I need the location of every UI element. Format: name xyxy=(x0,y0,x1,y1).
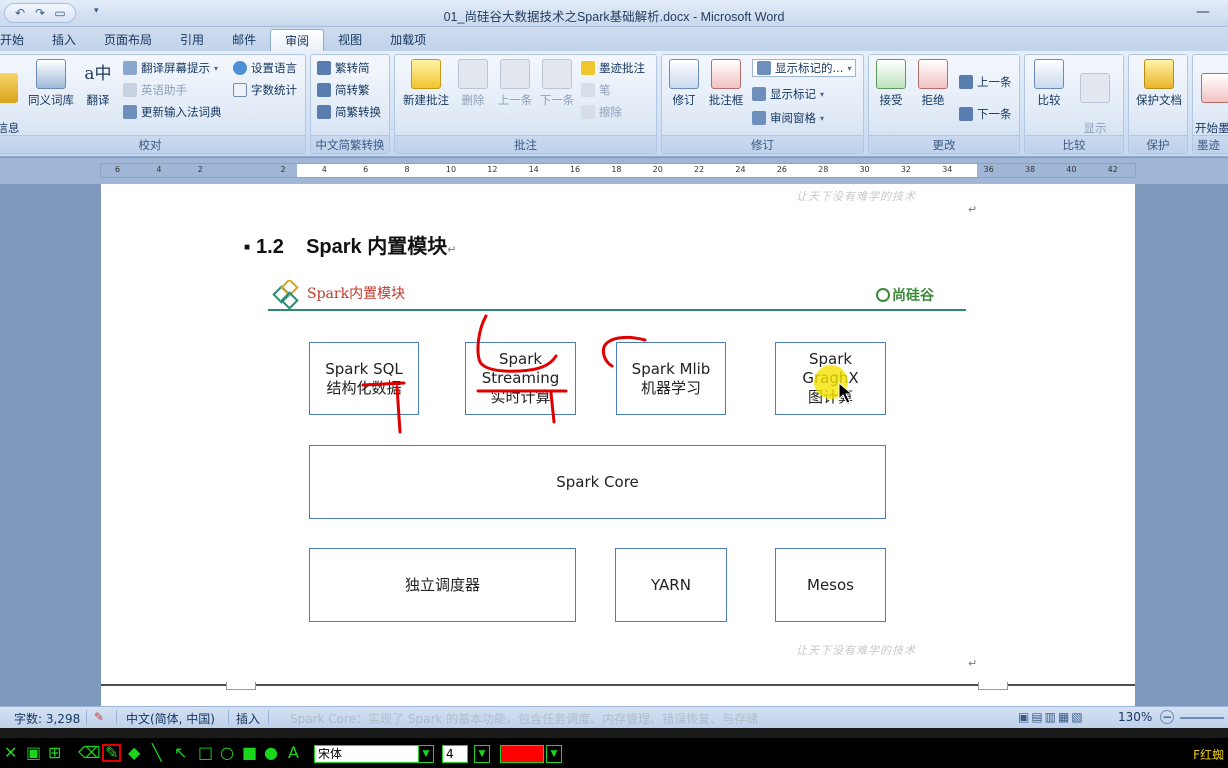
status-separator xyxy=(268,710,269,725)
status-bar: 字数: 3,298 ✎ 中文(简体, 中国) 插入 Spark Core：实现了… xyxy=(0,706,1228,728)
zoom-level[interactable]: 130% xyxy=(1118,710,1152,724)
language-status[interactable]: 中文(简体, 中国) xyxy=(126,710,215,727)
app-label: F红蜘 xyxy=(1193,748,1224,762)
ink-stroke xyxy=(476,314,558,373)
arrow-draw-icon[interactable]: ↖ xyxy=(174,744,187,762)
filled-ellipse-draw-icon[interactable]: ● xyxy=(264,744,278,762)
zoom-out-button[interactable]: − xyxy=(1160,710,1174,724)
ellipse-draw-icon[interactable]: ○ xyxy=(220,744,234,762)
text-draw-icon[interactable]: A xyxy=(288,744,299,762)
open-draw-icon[interactable]: ⊞ xyxy=(48,744,61,762)
taskbar-strip xyxy=(0,728,1228,738)
page-corner-right xyxy=(978,682,1008,690)
font-select-arrow[interactable]: ▼ xyxy=(418,745,434,763)
size-select[interactable]: 4 xyxy=(442,745,468,763)
size-select-arrow[interactable]: ▼ xyxy=(474,745,490,763)
eraser-draw-icon[interactable]: ⌫ xyxy=(78,744,101,762)
line-draw-icon[interactable]: ╲ xyxy=(152,744,162,762)
pen-color-arrow[interactable]: ▼ xyxy=(546,745,562,763)
status-separator xyxy=(86,710,87,725)
save-draw-icon[interactable]: ▣ xyxy=(26,744,41,762)
close-draw-icon[interactable]: ✕ xyxy=(4,744,17,762)
filled-rectangle-draw-icon[interactable]: ■ xyxy=(242,744,257,762)
view-buttons[interactable]: ▣▤▥▦▧ xyxy=(1018,710,1085,724)
insert-mode-status[interactable]: 插入 xyxy=(236,710,260,727)
pen-draw-icon[interactable]: ✎ xyxy=(102,744,122,762)
status-separator xyxy=(228,710,229,725)
ink-stroke xyxy=(361,381,406,387)
status-separator xyxy=(116,710,117,725)
word-count-status[interactable]: 字数: 3,298 xyxy=(14,710,80,727)
rectangle-draw-icon[interactable]: □ xyxy=(198,744,213,762)
return-mark-bottom: ↵ xyxy=(968,657,978,670)
pen-color-select[interactable] xyxy=(500,745,544,763)
ink-stroke xyxy=(395,385,402,434)
ink-stroke xyxy=(549,391,556,424)
behind-status-text: Spark Core：实现了 Spark 的基本功能，包含任务调度、内存管理、错… xyxy=(290,712,759,726)
font-select[interactable]: 宋体 xyxy=(314,745,420,763)
page-corner-left xyxy=(226,682,256,690)
watermark-bottom: 让天下没有难学的技术 xyxy=(796,644,916,657)
spelling-check-icon[interactable]: ✎ xyxy=(94,710,104,724)
zoom-slider[interactable] xyxy=(1180,717,1224,719)
ink-stroke xyxy=(601,335,647,368)
fill-draw-icon[interactable]: ◆ xyxy=(128,744,140,762)
screen-draw-toolbar: ✕ ▣ ⊞ ⌫ ✎ ◆ ╲ ↖ □ ○ ■ ● A 宋体 ▼ 4 ▼ ▼ F红蜘 xyxy=(0,738,1228,768)
ink-annotations xyxy=(361,314,647,434)
